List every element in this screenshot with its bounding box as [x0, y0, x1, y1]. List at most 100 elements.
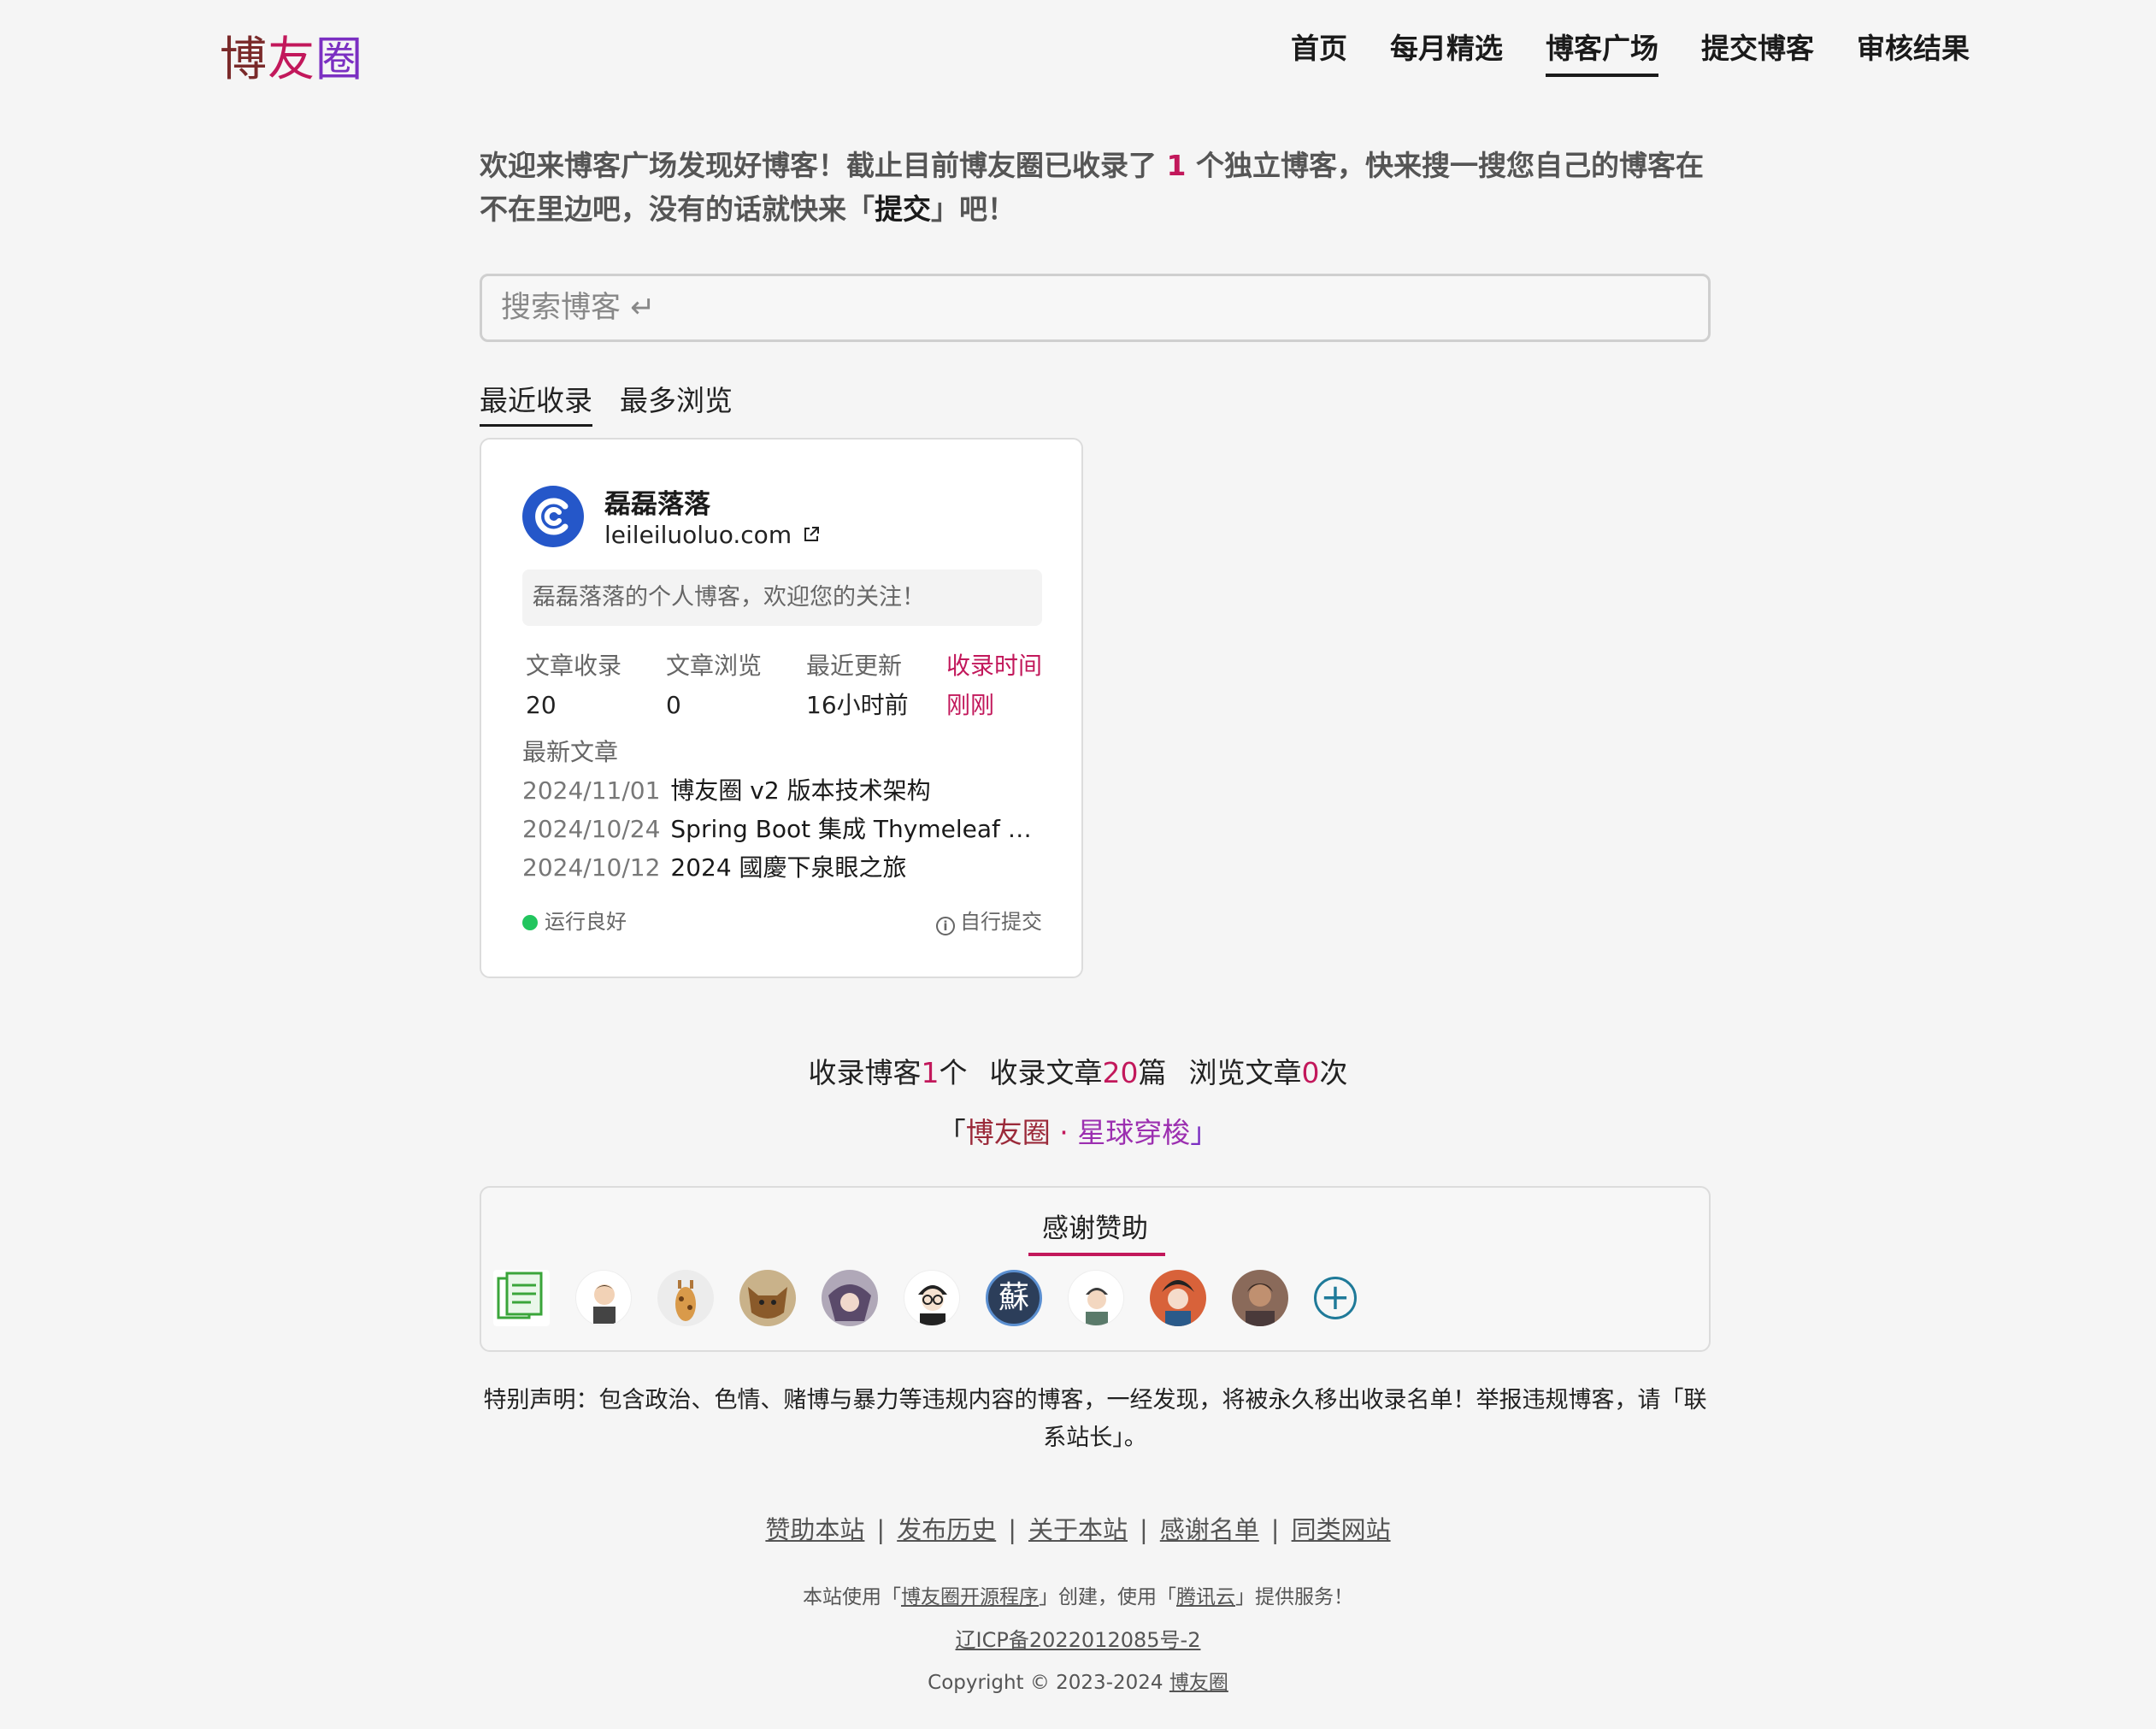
tab-recent[interactable]: 最近收录	[480, 378, 592, 427]
card-footer: 运行良好 i 自行提交	[522, 905, 1042, 935]
sponsor-avatar[interactable]	[1150, 1270, 1206, 1326]
site-slogan: 「博友圈 · 星球穿梭」	[0, 1110, 2156, 1151]
article-title[interactable]: 2024 國慶下泉眼之旅	[670, 853, 906, 882]
stat-value: 0	[666, 691, 681, 719]
article-title[interactable]: 博友圈 v2 版本技术架构	[670, 776, 930, 805]
tencent-cloud-link[interactable]: 腾讯云	[1176, 1586, 1235, 1608]
summary-views-prefix: 浏览文章	[1188, 1056, 1302, 1089]
summary-articles-count: 20	[1102, 1056, 1139, 1089]
blog-name[interactable]: 磊磊落落	[604, 482, 710, 521]
sponsor-avatar[interactable]	[575, 1270, 632, 1326]
powered-text-2: 」创建，使用「	[1039, 1586, 1176, 1608]
slogan-open: 「	[937, 1116, 966, 1149]
status-text: 运行良好	[545, 910, 627, 934]
sponsor-avatar[interactable]	[739, 1270, 796, 1326]
sponsor-avatar[interactable]: 蘇	[986, 1270, 1042, 1326]
stat-label: 收录时间	[946, 652, 1043, 680]
article-date: 2024/11/01	[522, 776, 661, 805]
intro-text: 欢迎来博客广场发现好博客！截止目前博友圈已收录了 1 个独立博客，快来搜一搜您自…	[480, 144, 1711, 231]
article-item[interactable]: 2024/11/01 博友圈 v2 版本技术架构	[522, 771, 1052, 810]
summary-views-count: 0	[1301, 1056, 1320, 1089]
stat-label: 最近更新	[806, 652, 903, 680]
blog-card[interactable]: 磊磊落落 leileiluoluo.com 磊磊落落的个人博客，欢迎您的关注！ …	[480, 438, 1083, 978]
blog-url-text[interactable]: leileiluoluo.com	[604, 521, 792, 549]
blog-url[interactable]: leileiluoluo.com	[604, 521, 820, 549]
footer-link-thanks[interactable]: 感谢名单	[1160, 1515, 1259, 1544]
stat-value: 16小时前	[806, 691, 909, 719]
slogan-close: 」	[1190, 1116, 1219, 1149]
slogan-name: 博友圈	[965, 1116, 1051, 1149]
latest-articles-label: 最新文章	[522, 738, 619, 766]
sponsor-avatar[interactable]	[493, 1270, 550, 1326]
copyright-text: Copyright © 2023-2024	[928, 1672, 1169, 1694]
blog-description: 磊磊落落的个人博客，欢迎您的关注！	[522, 569, 1042, 626]
tab-most-viewed[interactable]: 最多浏览	[620, 378, 733, 427]
nav-submit-blog[interactable]: 提交博客	[1701, 26, 1814, 77]
article-title[interactable]: Spring Boot 集成 Thymeleaf 搭建...	[670, 815, 1052, 843]
footer-link-history[interactable]: 发布历史	[897, 1515, 996, 1544]
logo-char-3: 圈	[315, 32, 364, 86]
open-source-link[interactable]: 博友圈开源程序	[901, 1586, 1039, 1608]
footer-link-sponsor[interactable]: 赞助本站	[765, 1515, 864, 1544]
nav-review-results[interactable]: 审核结果	[1857, 26, 1970, 77]
sponsor-avatar[interactable]	[904, 1270, 960, 1326]
article-date: 2024/10/24	[522, 815, 661, 843]
powered-text-3: 」提供服务！	[1235, 1586, 1353, 1608]
sponsor-avatar[interactable]	[822, 1270, 878, 1326]
submit-link[interactable]: 提交	[875, 192, 931, 226]
status-badge: 运行良好	[522, 905, 627, 935]
sponsors-panel: 感谢赞助 蘇 +	[480, 1186, 1711, 1352]
add-sponsor-icon[interactable]: +	[1314, 1277, 1357, 1319]
sponsor-avatar[interactable]	[1068, 1270, 1124, 1326]
nav-blog-square[interactable]: 博客广场	[1546, 26, 1658, 77]
icp-link[interactable]: 辽ICP备2022012085号-2	[956, 1628, 1201, 1652]
sponsor-avatar[interactable]	[1232, 1270, 1288, 1326]
latest-articles: 2024/11/01 博友圈 v2 版本技术架构 2024/10/24 Spring…	[522, 771, 1052, 887]
footer-links: 赞助本站 | 发布历史 | 关于本站 | 感谢名单 | 同类网站	[765, 1515, 1391, 1544]
sponsor-avatars: 蘇 +	[493, 1270, 1357, 1326]
stat-views: 文章浏览 0	[666, 646, 806, 725]
logo-char-2: 友	[268, 32, 316, 86]
summary-blogs-suffix: 个	[939, 1056, 968, 1089]
copyright-link[interactable]: 博友圈	[1169, 1672, 1228, 1694]
nav-home[interactable]: 首页	[1291, 26, 1347, 77]
status-dot-icon	[522, 915, 538, 930]
summary-blogs-count: 1	[921, 1056, 940, 1089]
intro-part3: 」吧！	[931, 192, 1016, 226]
blog-stats: 文章收录 20 文章浏览 0 最近更新 16小时前 收录时间 刚刚	[526, 646, 1087, 725]
powered-by: 本站使用「博友圈开源程序」创建，使用「腾讯云」提供服务！	[0, 1580, 2156, 1609]
blog-count: 1	[1166, 149, 1187, 182]
nav-monthly-picks[interactable]: 每月精选	[1390, 26, 1503, 77]
footer-link-about[interactable]: 关于本站	[1028, 1515, 1128, 1544]
sponsors-underline	[1028, 1253, 1165, 1256]
article-item[interactable]: 2024/10/24 Spring Boot 集成 Thymeleaf 搭建...	[522, 810, 1052, 848]
blog-logo-icon	[535, 498, 568, 535]
search-input[interactable]: 搜索博客 ↵	[480, 274, 1711, 342]
article-item[interactable]: 2024/10/12 2024 國慶下泉眼之旅	[522, 848, 1052, 887]
sort-tabs: 最近收录 最多浏览	[480, 378, 760, 427]
stat-label: 文章浏览	[666, 652, 763, 680]
footer-link-similar-sites[interactable]: 同类网站	[1292, 1515, 1391, 1544]
info-icon: i	[936, 917, 955, 935]
summary-articles-prefix: 收录文章	[989, 1056, 1103, 1089]
stat-indexed-time: 收录时间 刚刚	[946, 646, 1087, 725]
special-statement: 特别声明：包含政治、色情、赌博与暴力等违规内容的博客，一经发现，将被永久移出收录…	[483, 1387, 1707, 1451]
main-nav: 首页 每月精选 博客广场 提交博客 审核结果	[1248, 26, 1970, 77]
external-link-icon[interactable]	[797, 527, 820, 548]
sponsor-avatar[interactable]	[657, 1270, 714, 1326]
copyright: Copyright © 2023-2024 博友圈	[0, 1666, 2156, 1695]
icp-record: 辽ICP备2022012085号-2	[0, 1623, 2156, 1653]
article-date: 2024/10/12	[522, 853, 661, 882]
intro-part1: 欢迎来博客广场发现好博客！截止目前博友圈已收录了	[480, 149, 1167, 182]
stat-articles: 文章收录 20	[526, 646, 666, 725]
site-summary: 收录博客1个 收录文章20篇 浏览文章0次	[0, 1050, 2156, 1091]
stat-last-update: 最近更新 16小时前	[806, 646, 946, 725]
summary-blogs-prefix: 收录博客	[808, 1056, 922, 1089]
blog-avatar[interactable]	[522, 486, 584, 547]
slogan-tagline: 星球穿梭	[1077, 1116, 1191, 1149]
summary-views-suffix: 次	[1319, 1056, 1348, 1089]
source-badge: i 自行提交	[936, 905, 1042, 935]
stat-label: 文章收录	[526, 652, 622, 680]
stat-value: 20	[526, 691, 557, 719]
site-logo[interactable]: 博友圈	[220, 21, 363, 89]
